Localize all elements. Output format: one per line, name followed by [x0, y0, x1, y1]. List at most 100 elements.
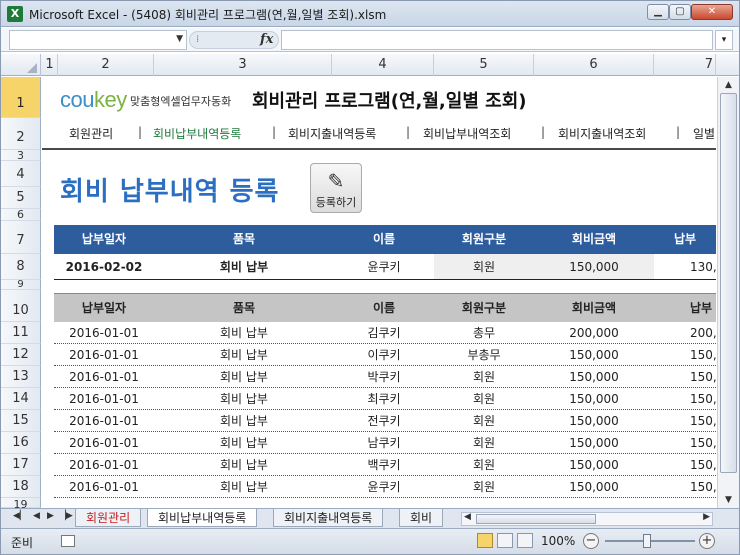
worksheet-area[interactable]: coukey 맞춤형엑셀업무자동화 회비관리 프로그램(연,월,일별 조회) 회…	[42, 77, 716, 508]
row-header[interactable]: 18	[1, 476, 41, 498]
table-row[interactable]: 2016-01-01 회비 납부 박쿠키 회원 150,000 150,	[54, 366, 716, 388]
scroll-right-icon[interactable]: ▶	[703, 512, 710, 522]
row-header[interactable]: 10	[1, 290, 41, 322]
page-break-view-icon[interactable]	[517, 533, 533, 548]
cell-member-type[interactable]: 회원	[434, 432, 534, 454]
column-header[interactable]: 4	[332, 54, 434, 76]
maximize-button[interactable]: ▢	[669, 4, 691, 20]
cell-paid-amount[interactable]: 200,	[690, 322, 716, 344]
insert-function-button[interactable]: fx	[260, 32, 273, 47]
cell-fee-amount[interactable]: 150,000	[534, 454, 654, 476]
sheet-tab-fee[interactable]: 회비	[399, 509, 443, 527]
cell-name[interactable]: 백쿠키	[334, 454, 434, 476]
macro-record-icon[interactable]	[61, 535, 75, 547]
cell-item[interactable]: 회비 납부	[184, 344, 304, 366]
cell-date[interactable]: 2016-01-01	[54, 388, 154, 410]
cell-member-type[interactable]: 회원	[434, 476, 534, 498]
table-row[interactable]: 2016-01-01 회비 납부 김쿠키 총무 200,000 200,	[54, 322, 716, 344]
row-header[interactable]: 8	[1, 254, 41, 280]
row-header[interactable]: 5	[1, 187, 41, 209]
row-header[interactable]: 16	[1, 432, 41, 454]
cell-date[interactable]: 2016-01-01	[54, 432, 154, 454]
normal-view-icon[interactable]	[477, 533, 493, 548]
row-header[interactable]: 15	[1, 410, 41, 432]
horizontal-scroll-thumb[interactable]	[476, 514, 596, 524]
cell-name[interactable]: 남쿠키	[334, 432, 434, 454]
first-sheet-icon[interactable]: ◀▏	[13, 511, 27, 521]
page-layout-view-icon[interactable]	[497, 533, 513, 548]
table-row[interactable]: 2016-01-01 회비 납부 최쿠키 회원 150,000 150,	[54, 388, 716, 410]
cell-date[interactable]: 2016-01-01	[54, 454, 154, 476]
cell-item[interactable]: 회비 납부	[184, 388, 304, 410]
nav-fee-payment-search[interactable]: 회비납부내역조회	[423, 125, 511, 142]
column-header[interactable]: 7	[654, 54, 716, 76]
excel-app-icon[interactable]: X	[7, 6, 23, 22]
nav-fee-expense-search[interactable]: 회비지출내역조회	[558, 125, 646, 142]
cell-name[interactable]: 윤쿠키	[334, 476, 434, 498]
table-row[interactable]: 2016-01-01 회비 납부 윤쿠키 회원 150,000 150,	[54, 476, 716, 498]
nav-member-management[interactable]: 회원관리	[69, 125, 113, 142]
cell-paid-amount[interactable]: 150,	[690, 388, 716, 410]
scroll-thumb[interactable]	[720, 93, 737, 473]
minimize-button[interactable]: ▁	[647, 4, 669, 20]
cell-item[interactable]: 회비 납부	[184, 366, 304, 388]
cell-fee-amount[interactable]: 150,000	[534, 344, 654, 366]
prev-sheet-icon[interactable]: ◀	[33, 511, 40, 521]
cell-item[interactable]: 회비 납부	[184, 322, 304, 344]
cell-paid-amount[interactable]: 150,	[690, 454, 716, 476]
cell-fee-amount[interactable]: 200,000	[534, 322, 654, 344]
row-header[interactable]: 14	[1, 388, 41, 410]
cell-paid-amount[interactable]: 150,	[690, 366, 716, 388]
cell-member-type[interactable]: 회원	[434, 388, 534, 410]
expand-formula-bar-button[interactable]: ▾	[715, 30, 733, 50]
vertical-scrollbar[interactable]: ▲ ▼	[717, 77, 739, 508]
cell-item[interactable]: 회비 납부	[184, 432, 304, 454]
zoom-level[interactable]: 100%	[541, 534, 575, 548]
cell-fee-amount[interactable]: 150,000	[534, 366, 654, 388]
cell-item[interactable]: 회비 납부	[184, 410, 304, 432]
row-header[interactable]: 12	[1, 344, 41, 366]
cell-date[interactable]: 2016-01-01	[54, 322, 154, 344]
cell-paid-amount[interactable]: 150,	[690, 476, 716, 498]
cell-item[interactable]: 회비 납부	[184, 476, 304, 498]
cell-name[interactable]: 이쿠키	[334, 344, 434, 366]
cell-name[interactable]: 김쿠키	[334, 322, 434, 344]
cell-name[interactable]: 박쿠키	[334, 366, 434, 388]
cell-fee-amount[interactable]: 150,000	[534, 410, 654, 432]
input-name[interactable]: 윤쿠키	[334, 256, 434, 278]
table-row[interactable]: 2016-01-01 회비 납부 전쿠키 회원 150,000 150,	[54, 410, 716, 432]
cell-member-type[interactable]: 회원	[434, 410, 534, 432]
row-header[interactable]: 3	[1, 150, 41, 161]
row-header[interactable]: 7	[1, 221, 41, 254]
chevron-down-icon[interactable]: ▼	[176, 34, 183, 44]
table-row[interactable]: 2016-01-01 회비 납부 백쿠키 회원 150,000 150,	[54, 454, 716, 476]
row-header[interactable]: 11	[1, 322, 41, 344]
cell-member-type[interactable]: 총무	[434, 322, 534, 344]
row-header[interactable]: 19	[1, 498, 41, 511]
last-sheet-icon[interactable]: ▕▶	[59, 511, 73, 521]
input-payment-date[interactable]: 2016-02-02	[54, 256, 154, 278]
input-item[interactable]: 회비 납부	[184, 256, 304, 278]
row-header[interactable]: 4	[1, 161, 41, 187]
column-header[interactable]: 2	[58, 54, 154, 76]
sheet-tab-member[interactable]: 회원관리	[75, 509, 142, 527]
column-header[interactable]: 6	[534, 54, 654, 76]
scroll-left-icon[interactable]: ◀	[464, 512, 471, 522]
cell-member-type[interactable]: 회원	[434, 366, 534, 388]
scroll-down-icon[interactable]: ▼	[721, 493, 736, 507]
cell-member-type[interactable]: 회원	[434, 454, 534, 476]
input-member-type[interactable]: 회원	[434, 256, 534, 278]
cell-paid-amount[interactable]: 150,	[690, 410, 716, 432]
cell-fee-amount[interactable]: 150,000	[534, 432, 654, 454]
cell-paid-amount[interactable]: 150,	[690, 344, 716, 366]
row-header[interactable]: 6	[1, 209, 41, 221]
horizontal-scrollbar[interactable]: ◀ ▶	[461, 512, 713, 526]
nav-fee-payment-register[interactable]: 회비납부내역등록	[153, 125, 241, 142]
table-row[interactable]: 2016-01-01 회비 납부 이쿠키 부총무 150,000 150,	[54, 344, 716, 366]
row-header[interactable]: 17	[1, 454, 41, 476]
cell-date[interactable]: 2016-01-01	[54, 344, 154, 366]
sheet-tab-fee-payment[interactable]: 회비납부내역등록	[147, 509, 258, 527]
row-header[interactable]: 13	[1, 366, 41, 388]
close-button[interactable]: ✕	[691, 4, 733, 20]
formula-input[interactable]	[281, 30, 713, 50]
